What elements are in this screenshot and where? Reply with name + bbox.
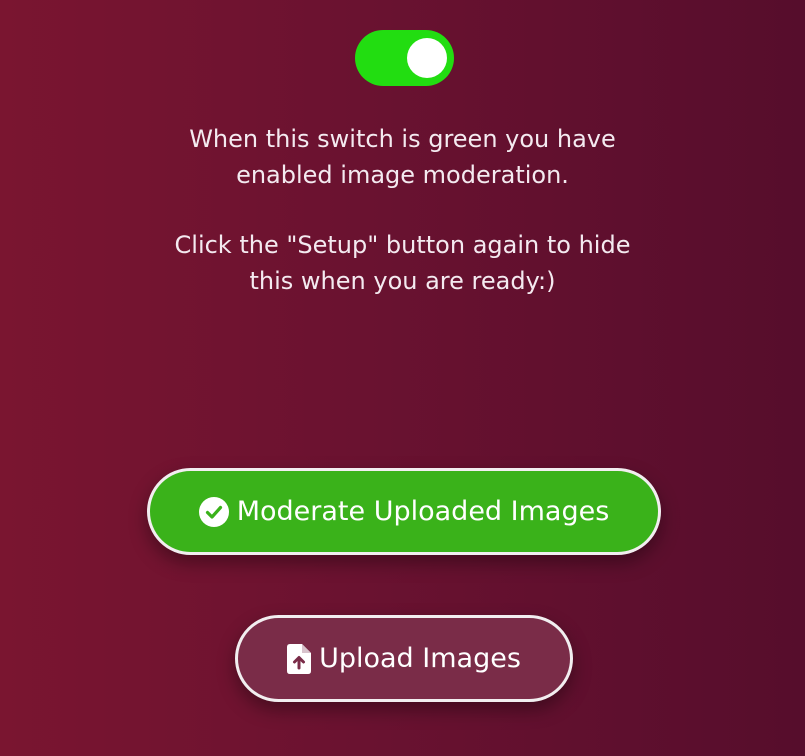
moderation-info: When this switch is green you have enabl… [189,125,616,189]
toggle-knob [407,38,447,78]
upload-button-label: Upload Images [319,643,521,674]
info-text-2: Click the "Setup" button again to hide t… [0,227,805,299]
file-upload-icon [287,643,312,674]
moderate-button-label: Moderate Uploaded Images [236,496,610,527]
moderate-uploaded-images-button[interactable]: Moderate Uploaded Images [147,468,661,555]
setup-hint: Click the "Setup" button again to hide t… [174,231,631,295]
upload-images-button[interactable]: Upload Images [235,615,573,702]
check-circle-icon [198,496,229,527]
moderation-toggle[interactable] [355,30,454,86]
info-text-1: When this switch is green you have enabl… [0,121,805,193]
